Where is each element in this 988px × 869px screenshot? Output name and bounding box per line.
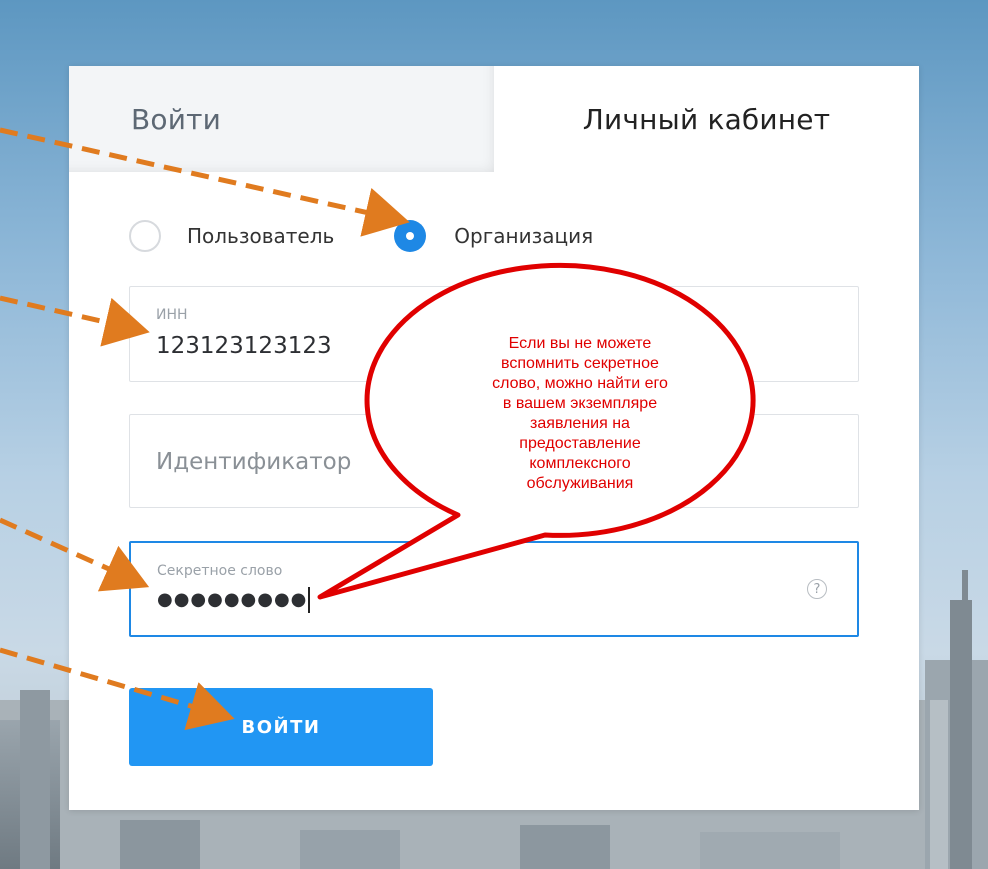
radio-user[interactable] [129, 220, 161, 252]
secret-word-value: ●●●●●●●●● [157, 587, 311, 613]
callout-line: предоставление [519, 435, 641, 452]
radio-dot-icon [406, 232, 415, 240]
secret-word-field[interactable]: Секретное слово ●●●●●●●●● ? [129, 541, 859, 637]
help-icon[interactable]: ? [807, 579, 827, 599]
account-type-selector: Пользователь Организация [129, 220, 593, 252]
callout-line: обслуживания [526, 475, 634, 492]
inn-value: 123123123123 [156, 333, 332, 359]
identifier-placeholder: Идентификатор [156, 449, 352, 475]
callout-text: Если вы не можете вспомнить секретное сл… [470, 334, 690, 494]
callout-line: слово, можно найти его [492, 375, 668, 392]
callout-line: комплексного [529, 455, 631, 472]
radio-organization-label[interactable]: Организация [454, 224, 593, 248]
tab-personal-cabinet[interactable]: Личный кабинет [494, 66, 919, 172]
secret-word-dots: ●●●●●●●●● [157, 589, 308, 610]
callout-line: в вашем экземпляре [502, 395, 658, 412]
radio-user-label[interactable]: Пользователь [187, 224, 334, 248]
inn-label: ИНН [156, 307, 188, 323]
callout-line: вспомнить секретное [501, 355, 659, 372]
callout-line: заявления на [530, 415, 630, 432]
tab-login[interactable]: Войти [69, 66, 494, 172]
login-button[interactable]: войти [129, 688, 433, 766]
text-cursor [308, 587, 311, 613]
radio-organization[interactable] [394, 220, 427, 252]
secret-word-label: Секретное слово [157, 563, 283, 579]
callout-line: Если вы не можете [508, 335, 652, 352]
